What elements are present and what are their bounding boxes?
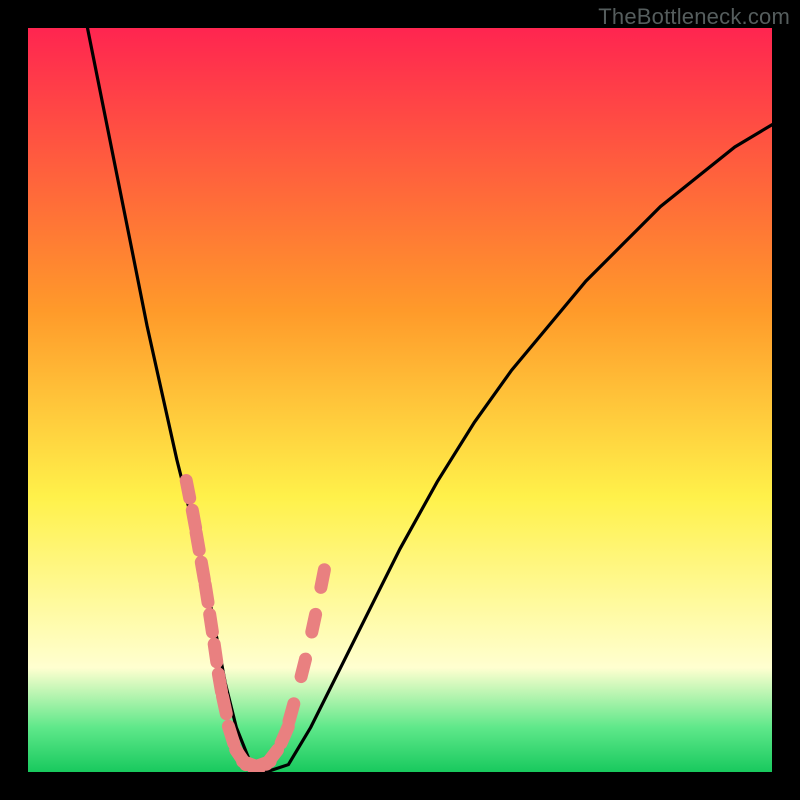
highlight-marker: [201, 562, 204, 580]
plot-area: [28, 28, 772, 772]
curve-layer: [28, 28, 772, 772]
highlight-marker: [214, 644, 217, 662]
highlight-marker: [267, 750, 278, 764]
bottleneck-curve: [88, 28, 773, 772]
highlight-marker: [196, 533, 199, 551]
highlight-marker: [312, 614, 316, 632]
highlight-marker: [321, 570, 325, 588]
highlight-markers: [186, 481, 324, 768]
highlight-marker: [281, 727, 288, 744]
highlight-marker: [210, 614, 213, 632]
highlight-marker: [192, 510, 195, 528]
chart-stage: TheBottleneck.com: [0, 0, 800, 800]
highlight-marker: [228, 726, 233, 743]
highlight-marker: [301, 659, 305, 677]
highlight-marker: [289, 704, 294, 721]
highlight-marker: [218, 674, 221, 692]
highlight-marker: [186, 481, 190, 499]
watermark-text: TheBottleneck.com: [598, 4, 790, 30]
highlight-marker: [205, 585, 208, 603]
highlight-marker: [223, 696, 227, 714]
